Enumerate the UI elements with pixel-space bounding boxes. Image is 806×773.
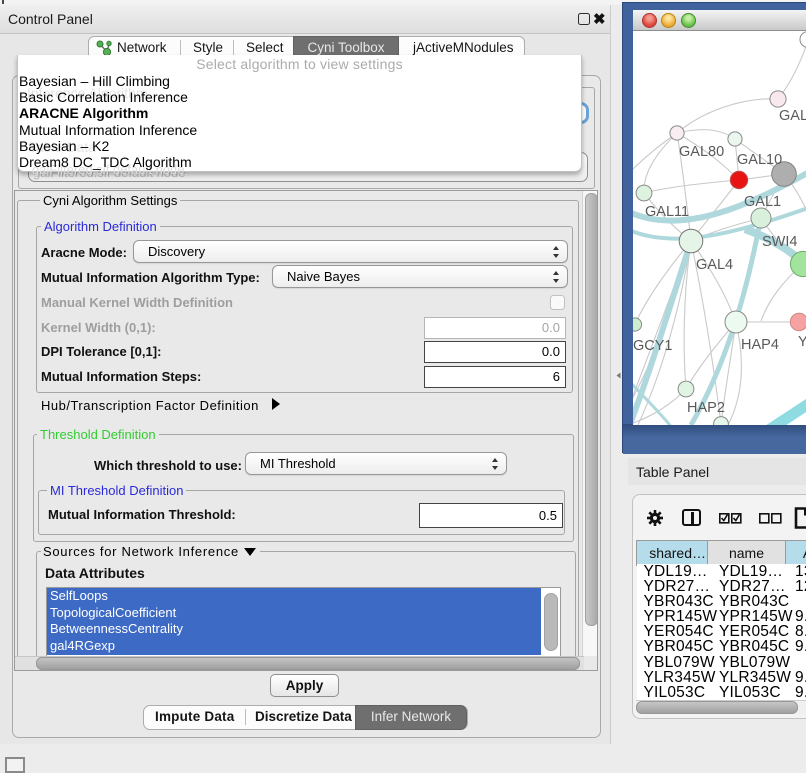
svg-text:GAL4: GAL4: [696, 257, 733, 273]
svg-text:GAL10: GAL10: [737, 152, 782, 168]
svg-text:Y: Y: [798, 334, 806, 350]
svg-text:GAL1: GAL1: [744, 194, 781, 210]
svg-text:GCY1: GCY1: [633, 338, 673, 354]
svg-text:SWI4: SWI4: [762, 234, 797, 250]
svg-text:HAP4: HAP4: [741, 337, 779, 353]
svg-text:GAL11: GAL11: [645, 204, 689, 220]
svg-text:GAL80: GAL80: [679, 144, 724, 160]
svg-text:HAP2: HAP2: [687, 400, 725, 416]
svg-text:GAL2: GAL2: [779, 108, 806, 124]
